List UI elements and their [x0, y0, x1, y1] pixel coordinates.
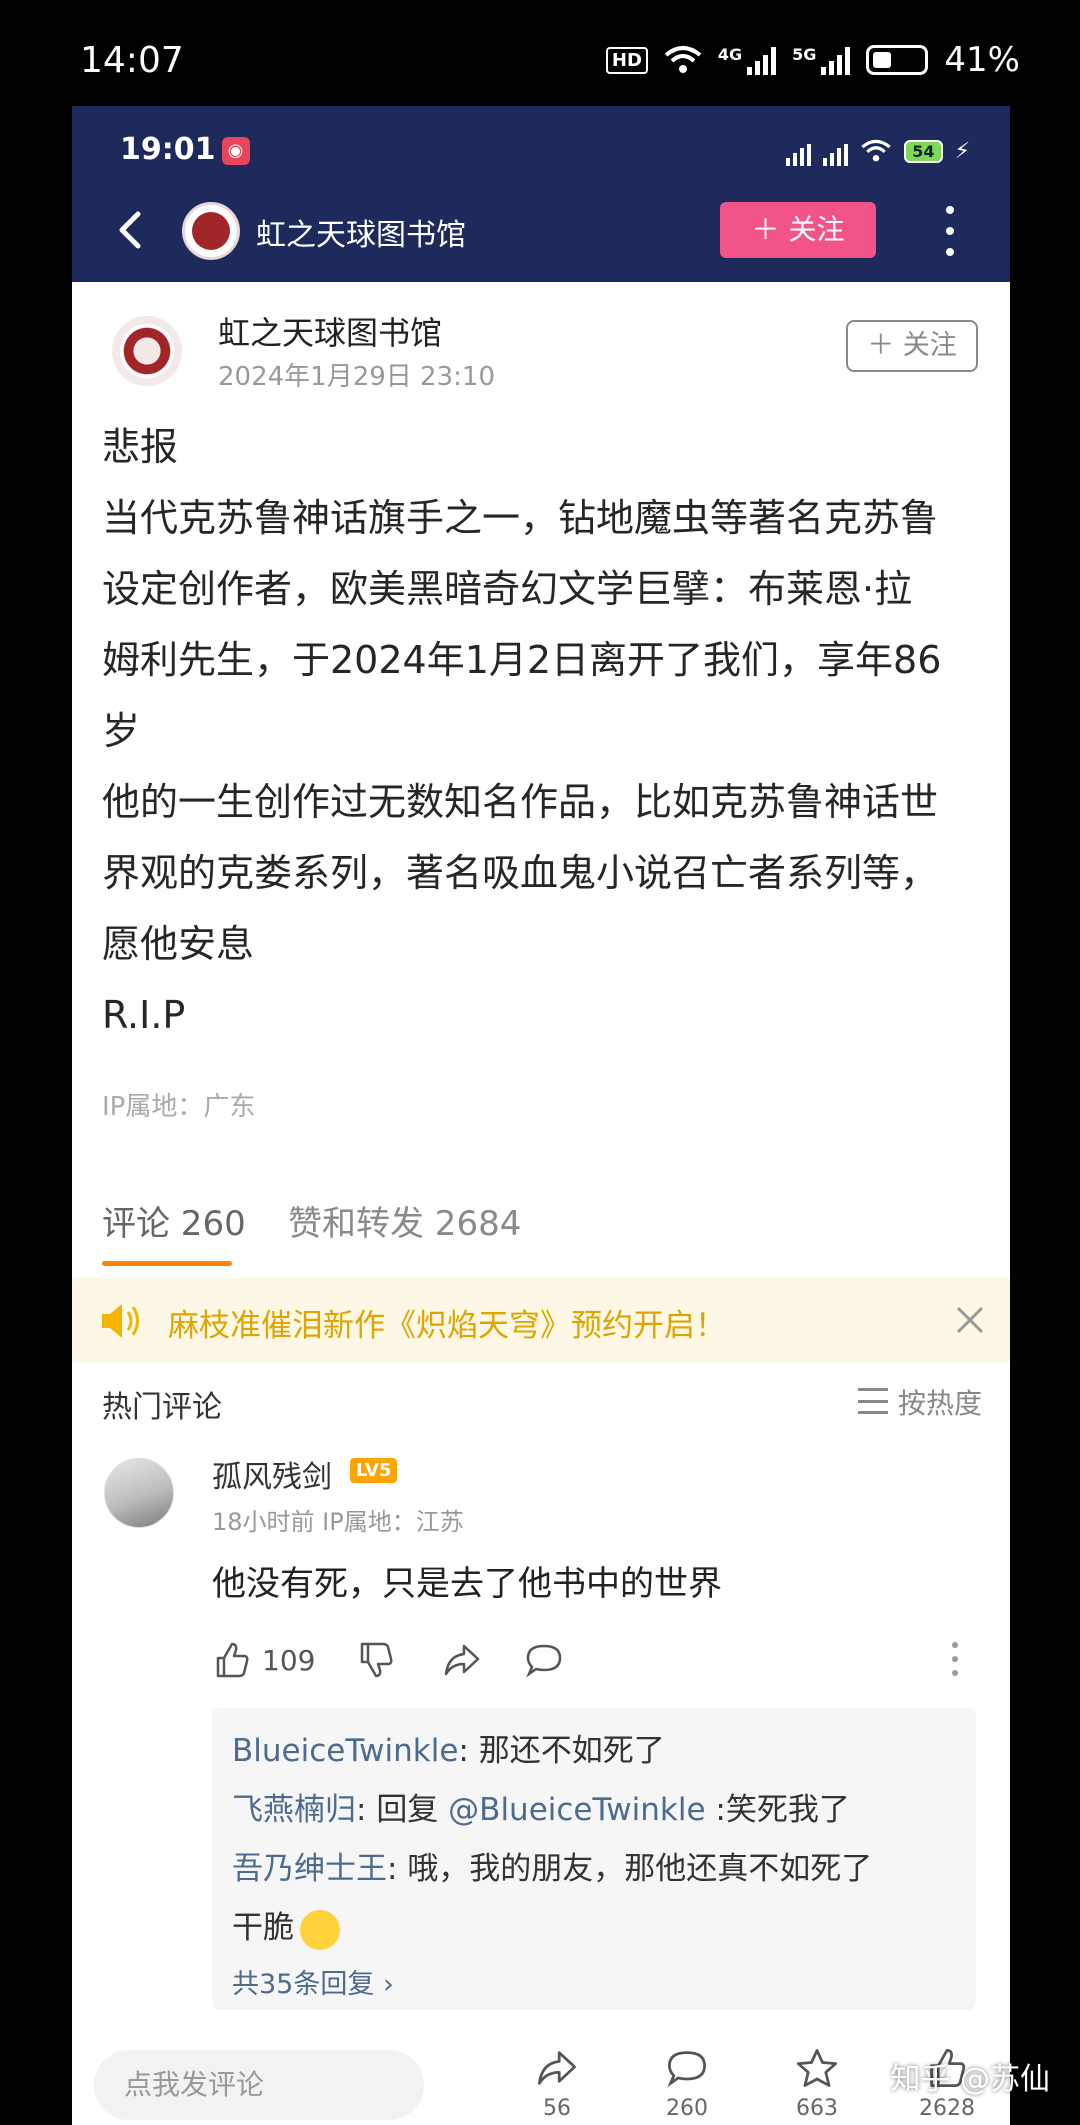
- view-all-replies-link[interactable]: 共35条回复 ›: [232, 1962, 956, 2001]
- watermark: 知乎 @苏仙: [890, 2062, 1050, 2097]
- author-name[interactable]: 虹之天球图书馆: [218, 308, 442, 354]
- like-button[interactable]: 109: [212, 1638, 315, 1682]
- post-line: 岁: [102, 709, 141, 753]
- post-line: 界观的克娄系列，著名吸血鬼小说召亡者系列等，: [102, 851, 939, 895]
- tab-active-indicator: [102, 1261, 232, 1266]
- post-line: 悲报: [102, 425, 179, 469]
- hd-icon: HD: [605, 46, 648, 74]
- outer-status-icons: HD 4G 5G 41%: [605, 40, 1020, 80]
- close-icon[interactable]: [952, 1302, 988, 1338]
- reply-item: 吾乃绅士王: 哦，我的朋友，那他还真不如死了: [232, 1851, 873, 1887]
- comment-button[interactable]: 260: [642, 2046, 732, 2121]
- bottom-action-bar: 点我发评论 56 260 663 2628: [72, 2036, 1010, 2125]
- author-avatar[interactable]: [112, 316, 182, 386]
- star-icon: [796, 2049, 838, 2087]
- battery-icon: [866, 45, 929, 75]
- comment-icon: [667, 2051, 706, 2088]
- outer-status-bar: 14:07 HD 4G 5G 41%: [0, 0, 1080, 106]
- dislike-button[interactable]: [356, 1638, 396, 1682]
- sort-icon[interactable]: [858, 1388, 888, 1414]
- thumb-down-icon: [360, 1642, 393, 1678]
- reply-item: 干脆: [232, 1899, 956, 1958]
- header-title: 虹之天球图书馆: [256, 218, 466, 253]
- header-avatar[interactable]: [182, 202, 240, 260]
- notice-text[interactable]: 麻枝准催泪新作《炽焰天穹》预约开启！: [168, 1300, 726, 1345]
- share-icon: [538, 2051, 576, 2085]
- app-screenshot: 19:01 ◉ 54 ⚡ 虹之天球图书馆 ＋ 关注 虹之天球图书馆 2024年1月…: [72, 106, 1010, 2125]
- like-post-count: 2628: [919, 2096, 975, 2121]
- post-line: R.I.P: [102, 993, 186, 1037]
- post-line: 当代克苏鲁神话旗手之一，钻地魔虫等著名克苏鲁: [102, 496, 939, 540]
- tab-likes-reposts[interactable]: 赞和转发 2684: [288, 1196, 521, 1245]
- thumb-up-icon: [216, 1642, 249, 1678]
- repost-button[interactable]: 56: [512, 2046, 602, 2121]
- hot-comments-title: 热门评论: [102, 1390, 222, 1425]
- battery-percent: 41%: [944, 40, 1020, 80]
- comment-icon: [526, 1644, 562, 1678]
- post-line: 设定创作者，欧美黑暗奇幻文学巨擘：布莱恩·拉: [102, 567, 913, 611]
- tab-comments[interactable]: 评论 260: [102, 1196, 246, 1245]
- reply-item: 飞燕楠归: 回复 @BlueiceTwinkle :笑死我了: [232, 1792, 850, 1828]
- reply-item: BlueiceTwinkle: 那还不如死了: [232, 1733, 665, 1769]
- app-header: 19:01 ◉ 54 ⚡ 虹之天球图书馆 ＋ 关注: [72, 106, 1010, 282]
- level-badge: LV5: [350, 1458, 398, 1483]
- share-icon: [444, 1644, 480, 1676]
- post-body: 悲报 当代克苏鲁神话旗手之一，钻地魔虫等著名克苏鲁 设定创作者，欧美黑暗奇幻文学…: [102, 412, 992, 1051]
- comment-meta: 18小时前 IP属地：江苏: [212, 1508, 464, 1536]
- notice-banner[interactable]: 麻枝准催泪新作《炽焰天穹》预约开启！: [72, 1278, 1010, 1362]
- sort-by-hot[interactable]: 按热度: [898, 1382, 982, 1422]
- reply-comment-button[interactable]: [524, 1638, 564, 1682]
- favorite-button[interactable]: 663: [772, 2046, 862, 2121]
- weibo-app-icon: ◉: [221, 136, 250, 165]
- charging-icon: ⚡: [954, 138, 970, 164]
- share-comment-button[interactable]: [442, 1638, 482, 1682]
- inner-signal-icon-2: [823, 136, 849, 166]
- post-line: 他的一生创作过无数知名作品，比如克苏鲁神话世: [102, 780, 939, 824]
- signal-5g-icon: 5G: [792, 45, 851, 75]
- comment-text: 他没有死，只是去了他书中的世界: [212, 1564, 722, 1604]
- post-line: 愿他安息: [102, 922, 255, 966]
- inner-status-icons: 54 ⚡: [786, 136, 970, 166]
- follow-button[interactable]: ＋ 关注: [846, 320, 978, 372]
- ip-location: IP属地：广东: [102, 1092, 256, 1122]
- favorite-count: 663: [796, 2096, 838, 2121]
- signal-4g-icon: 4G: [718, 45, 777, 75]
- header-follow-button[interactable]: ＋ 关注: [720, 202, 876, 258]
- inner-status-time: 19:01 ◉: [120, 132, 250, 167]
- wifi-icon: [664, 46, 702, 73]
- commenter-name[interactable]: 孤风残剑: [212, 1452, 332, 1496]
- commenter-avatar[interactable]: [104, 1458, 174, 1528]
- chevron-left-icon[interactable]: [112, 210, 152, 250]
- like-count: 109: [262, 1643, 316, 1677]
- speaker-icon: [102, 1304, 139, 1338]
- post-line: 姆利先生，于2024年1月2日离开了我们，享年86: [102, 638, 942, 682]
- repost-count: 56: [543, 2096, 571, 2121]
- reply-box[interactable]: BlueiceTwinkle: 那还不如死了 飞燕楠归: 回复 @Blueice…: [212, 1708, 976, 2010]
- inner-battery-icon: 54: [904, 139, 943, 163]
- post-date: 2024年1月29日 23:10: [218, 362, 495, 392]
- comment-input[interactable]: 点我发评论: [94, 2050, 424, 2120]
- inner-wifi-icon: [861, 139, 891, 162]
- comment-count: 260: [666, 2096, 708, 2121]
- outer-time: 14:07: [80, 40, 184, 81]
- comment-more-icon[interactable]: [952, 1642, 960, 1676]
- laugh-emoji-icon: [300, 1909, 340, 1950]
- more-vertical-icon[interactable]: [942, 206, 958, 256]
- inner-signal-icon: [786, 136, 812, 166]
